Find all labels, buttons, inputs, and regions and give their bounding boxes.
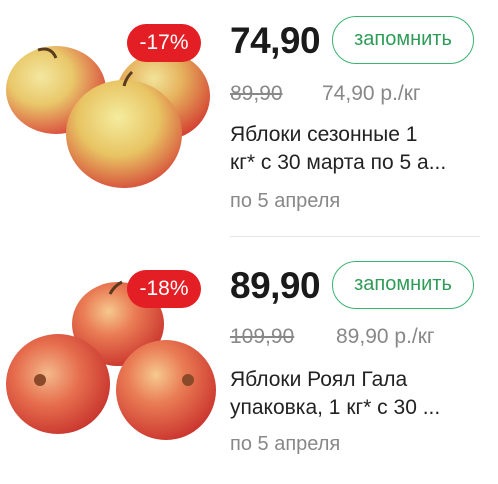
old-price: 109,90 [230,325,295,348]
product-title[interactable]: Яблоки сезонные 1 кг* с 30 марта по 5 а.… [230,121,488,177]
product-title-line1: Яблоки Роял Гала [230,368,408,391]
product-card[interactable]: -18% 89,90 запомнить 109,90 89,90 р./кг … [0,242,498,484]
product-title-line1: Яблоки сезонные 1 [230,123,418,146]
product-title-line2: упаковка, 1 кг* с 30 ... [230,396,441,419]
product-title-line2: кг* с 30 марта по 5 а... [230,151,447,174]
card-divider [230,236,480,237]
current-price: 89,90 [230,265,321,306]
valid-until: по 5 апреля [230,433,341,455]
valid-until: по 5 апреля [230,190,341,212]
discount-badge: -18% [127,270,201,308]
product-card[interactable]: -17% 74,90 запомнить 89,90 74,90 р./кг Я… [0,0,498,242]
remember-button[interactable]: запомнить [332,261,474,309]
product-title[interactable]: Яблоки Роял Гала упаковка, 1 кг* с 30 ..… [230,366,488,422]
unit-price: 89,90 р./кг [336,325,435,348]
remember-button[interactable]: запомнить [332,16,474,64]
current-price: 74,90 [230,20,321,61]
discount-badge: -17% [127,24,201,62]
unit-price: 74,90 р./кг [322,82,421,105]
old-price: 89,90 [230,82,283,105]
